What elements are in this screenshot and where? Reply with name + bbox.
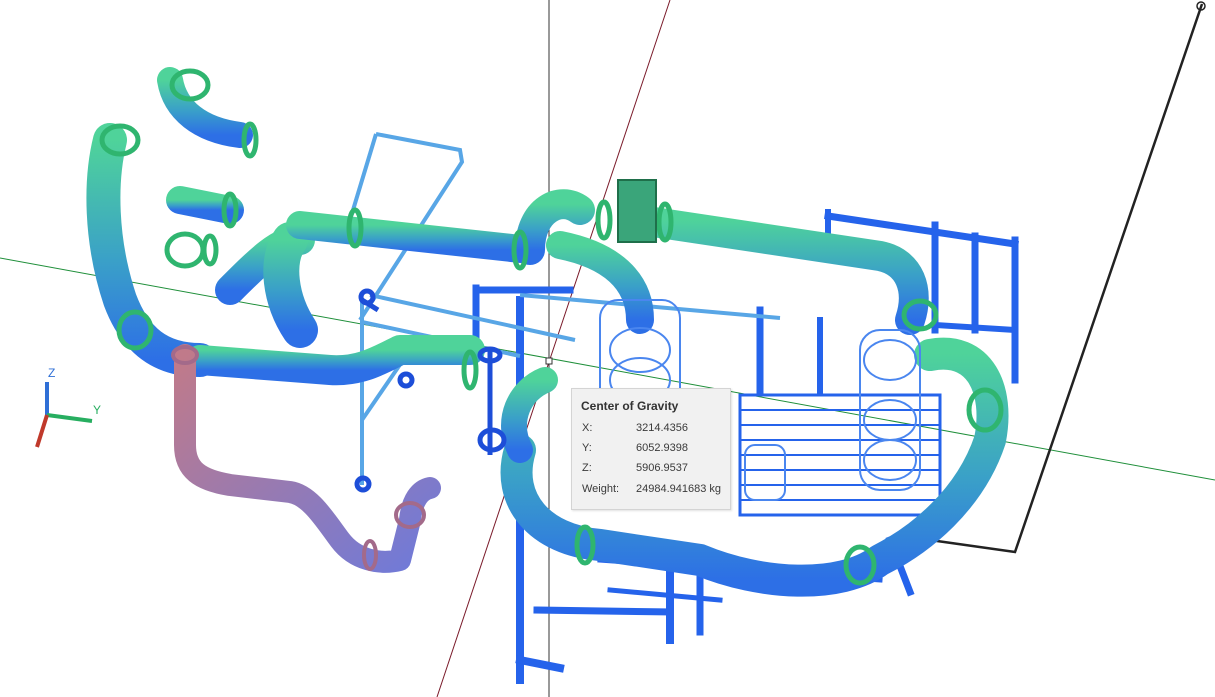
ucs-x-axis (35, 414, 49, 448)
green-valve-box[interactable] (617, 179, 657, 243)
skid-frame[interactable] (472, 209, 1019, 684)
cog-y-value: 6052.9398 (636, 442, 688, 454)
cog-z-value: 5906.9537 (636, 462, 688, 474)
ucs-z-label: Z (48, 366, 55, 380)
cog-weight-row: Weight: 24984.941683 kg (582, 483, 730, 497)
cog-weight-value: 24984.941683 kg (636, 483, 722, 495)
cog-x-label: X: (582, 422, 593, 434)
cog-marker[interactable] (545, 357, 553, 365)
cog-z-row: Z: 5906.9537 (582, 462, 730, 476)
ucs-y-label: Y (93, 403, 101, 417)
cog-x-value: 3214.4356 (636, 422, 688, 434)
ucs-icon: Z Y (35, 366, 101, 448)
center-of-gravity-tooltip: Center of Gravity X: 3214.4356 Y: 6052.9… (571, 388, 731, 510)
tooltip-title: Center of Gravity (581, 399, 679, 413)
piping[interactable] (86, 53, 1009, 597)
ucs-y-axis (46, 413, 93, 423)
cog-y-row: Y: 6052.9398 (582, 442, 730, 456)
cog-z-label: Z: (582, 462, 592, 474)
flanges[interactable] (99, 68, 1004, 586)
cog-y-label: Y: (582, 442, 592, 454)
model-scene[interactable]: Z Y (0, 0, 1215, 697)
cog-x-row: X: 3214.4356 (582, 422, 730, 436)
3d-model-viewport[interactable]: Z Y Center of Gravity X: 3214.4356 Y: 60… (0, 0, 1215, 697)
cog-weight-label: Weight: (582, 483, 620, 495)
